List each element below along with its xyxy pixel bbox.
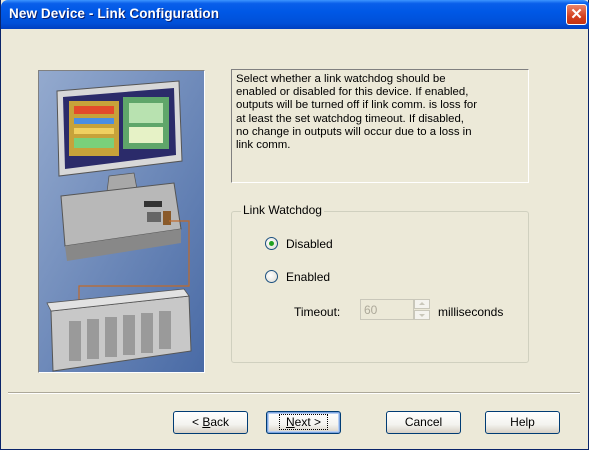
close-button[interactable]: ✕ [566, 4, 587, 25]
back-button[interactable]: < Back [173, 411, 248, 434]
description-line: link comm. [236, 139, 291, 152]
back-button-prefix: < [191, 415, 203, 429]
computer-plc-illustration [38, 70, 205, 373]
disabled-radio[interactable] [265, 237, 278, 250]
description-line: Select whether a link watchdog should be [236, 73, 446, 85]
help-button[interactable]: Help [485, 411, 560, 434]
button-separator [8, 392, 580, 394]
timeout-label: Timeout: [294, 305, 341, 319]
disabled-radio-label[interactable]: Disabled [286, 237, 333, 251]
dialog-client-area: Select whether a link watchdog should be… [1, 29, 588, 449]
close-x-icon: ✕ [570, 6, 583, 23]
next-button[interactable]: Next > [266, 411, 341, 434]
link-watchdog-group [231, 211, 529, 363]
link-watchdog-group-label: Link Watchdog [241, 203, 324, 217]
timeout-unit-label: milliseconds [438, 305, 504, 319]
timeout-spin-up-button[interactable] [414, 299, 430, 309]
timeout-input[interactable]: 60 [360, 299, 414, 320]
enabled-radio-label[interactable]: Enabled [286, 270, 330, 284]
next-button-focus: Next > [278, 414, 329, 430]
back-button-rest: ack [210, 415, 230, 429]
timeout-spin-down-button[interactable] [414, 310, 430, 320]
description-text-box: Select whether a link watchdog should be… [231, 69, 529, 183]
next-button-mnemonic: N [285, 415, 295, 429]
next-button-rest: ext > [294, 415, 322, 429]
description-line: enabled or disabled for this device. If … [236, 86, 469, 99]
enabled-radio[interactable] [265, 270, 278, 283]
dialog-window: New Device - Link Configuration ✕ Select… [0, 0, 589, 450]
cancel-button[interactable]: Cancel [386, 411, 461, 434]
description-line: at least the set watchdog timeout. If di… [236, 112, 464, 125]
description-line: no change in outputs will occur due to a… [236, 125, 472, 138]
title-bar[interactable]: New Device - Link Configuration ✕ [1, 0, 589, 29]
computer-plc-icon [39, 71, 204, 372]
window-title: New Device - Link Configuration [9, 6, 220, 21]
description-line: outputs will be turned off if link comm.… [236, 99, 477, 112]
